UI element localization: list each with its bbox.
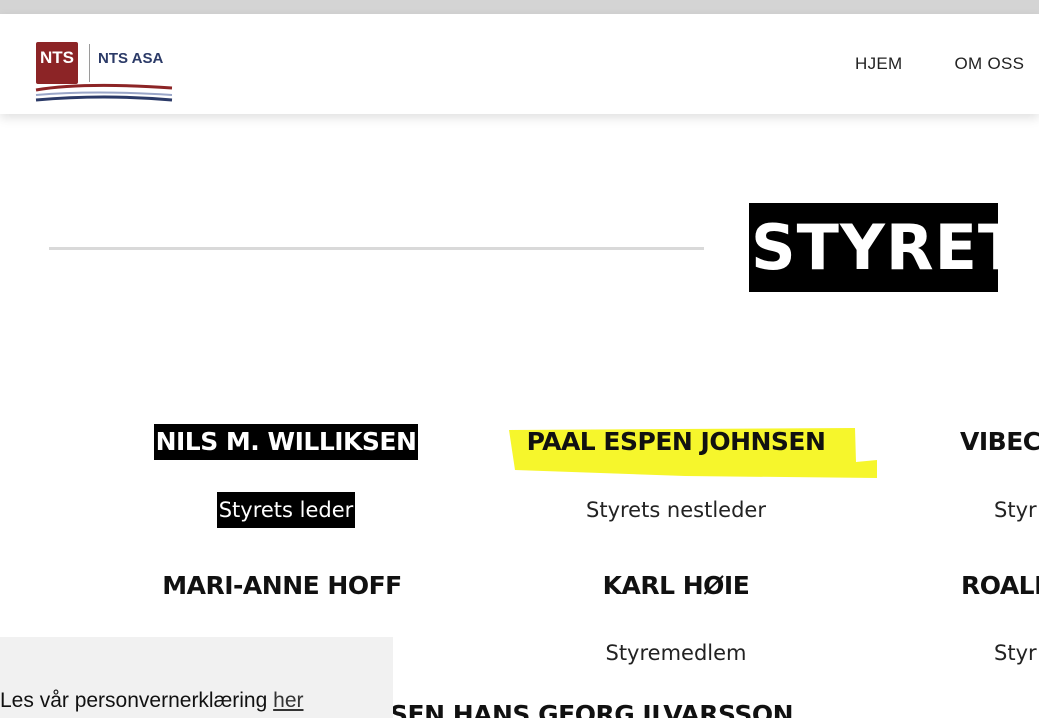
viewport: NTS NTS ASA HJEM OM OSS STYRET NILS M. W… bbox=[0, 0, 1039, 718]
member-name: ROALD bbox=[961, 571, 1039, 600]
member-role: Styremedlem bbox=[605, 641, 747, 665]
main-nav: HJEM OM OSS bbox=[855, 54, 1024, 74]
title-divider bbox=[49, 247, 704, 250]
logo-waves-icon bbox=[35, 83, 173, 102]
member-name: PAAL ESPEN JOHNSEN bbox=[526, 427, 826, 456]
board-member-role-wrap: Styr bbox=[994, 635, 1037, 671]
site-header: NTS NTS ASA HJEM OM OSS bbox=[0, 14, 1039, 114]
member-name: MARI-ANNE HOFF bbox=[162, 571, 402, 600]
board-member-card: ROALD bbox=[961, 568, 1039, 604]
board-member-card: MARI-ANNE HOFF bbox=[132, 568, 432, 604]
member-role: Styrets leder bbox=[216, 492, 356, 528]
nav-item-hjem[interactable]: HJEM bbox=[855, 54, 902, 74]
member-name: NILS M. WILLIKSEN bbox=[153, 424, 419, 460]
member-name: KARL HØIE bbox=[602, 571, 750, 600]
board-member-role-wrap: Styremedlem bbox=[526, 635, 826, 671]
member-role: Styr bbox=[994, 641, 1037, 665]
logo-badge: NTS bbox=[36, 42, 78, 84]
member-role: Styrets nestleder bbox=[586, 498, 766, 522]
privacy-policy-link[interactable]: her bbox=[273, 689, 303, 712]
logo-separator bbox=[89, 44, 90, 82]
member-name: VIBEC bbox=[960, 427, 1039, 456]
page-title: STYRET bbox=[749, 203, 998, 292]
nav-item-om-oss[interactable]: OM OSS bbox=[954, 54, 1024, 74]
browser-top-strip bbox=[0, 0, 1039, 14]
logo-company-name: NTS ASA bbox=[98, 50, 164, 67]
cookie-text: Les vår personvernerklæring bbox=[0, 689, 268, 712]
cookie-text-line: Les vår personvernerklæring her bbox=[0, 689, 304, 713]
member-role: Styr bbox=[994, 498, 1037, 522]
highlighted-name: PAAL ESPEN JOHNSEN bbox=[508, 424, 877, 478]
board-member-card: NILS M. WILLIKSEN bbox=[136, 424, 436, 460]
board-member-card: VIBEC bbox=[960, 424, 1039, 460]
cookie-banner: Les vår personvernerklæring her bbox=[0, 637, 393, 718]
company-logo[interactable]: NTS NTS ASA bbox=[34, 28, 174, 102]
board-member-card: PAAL ESPEN JOHNSEN bbox=[508, 424, 877, 478]
board-member-role-wrap: Styrets leder bbox=[136, 492, 436, 528]
board-member-role-wrap: Styrets nestleder bbox=[526, 492, 826, 528]
board-member-role-wrap: Styr bbox=[994, 492, 1037, 528]
board-member-card: KARL HØIE bbox=[526, 568, 826, 604]
next-row-names-partial: SEN HANS GEORG ILVARSSON bbox=[390, 700, 794, 718]
